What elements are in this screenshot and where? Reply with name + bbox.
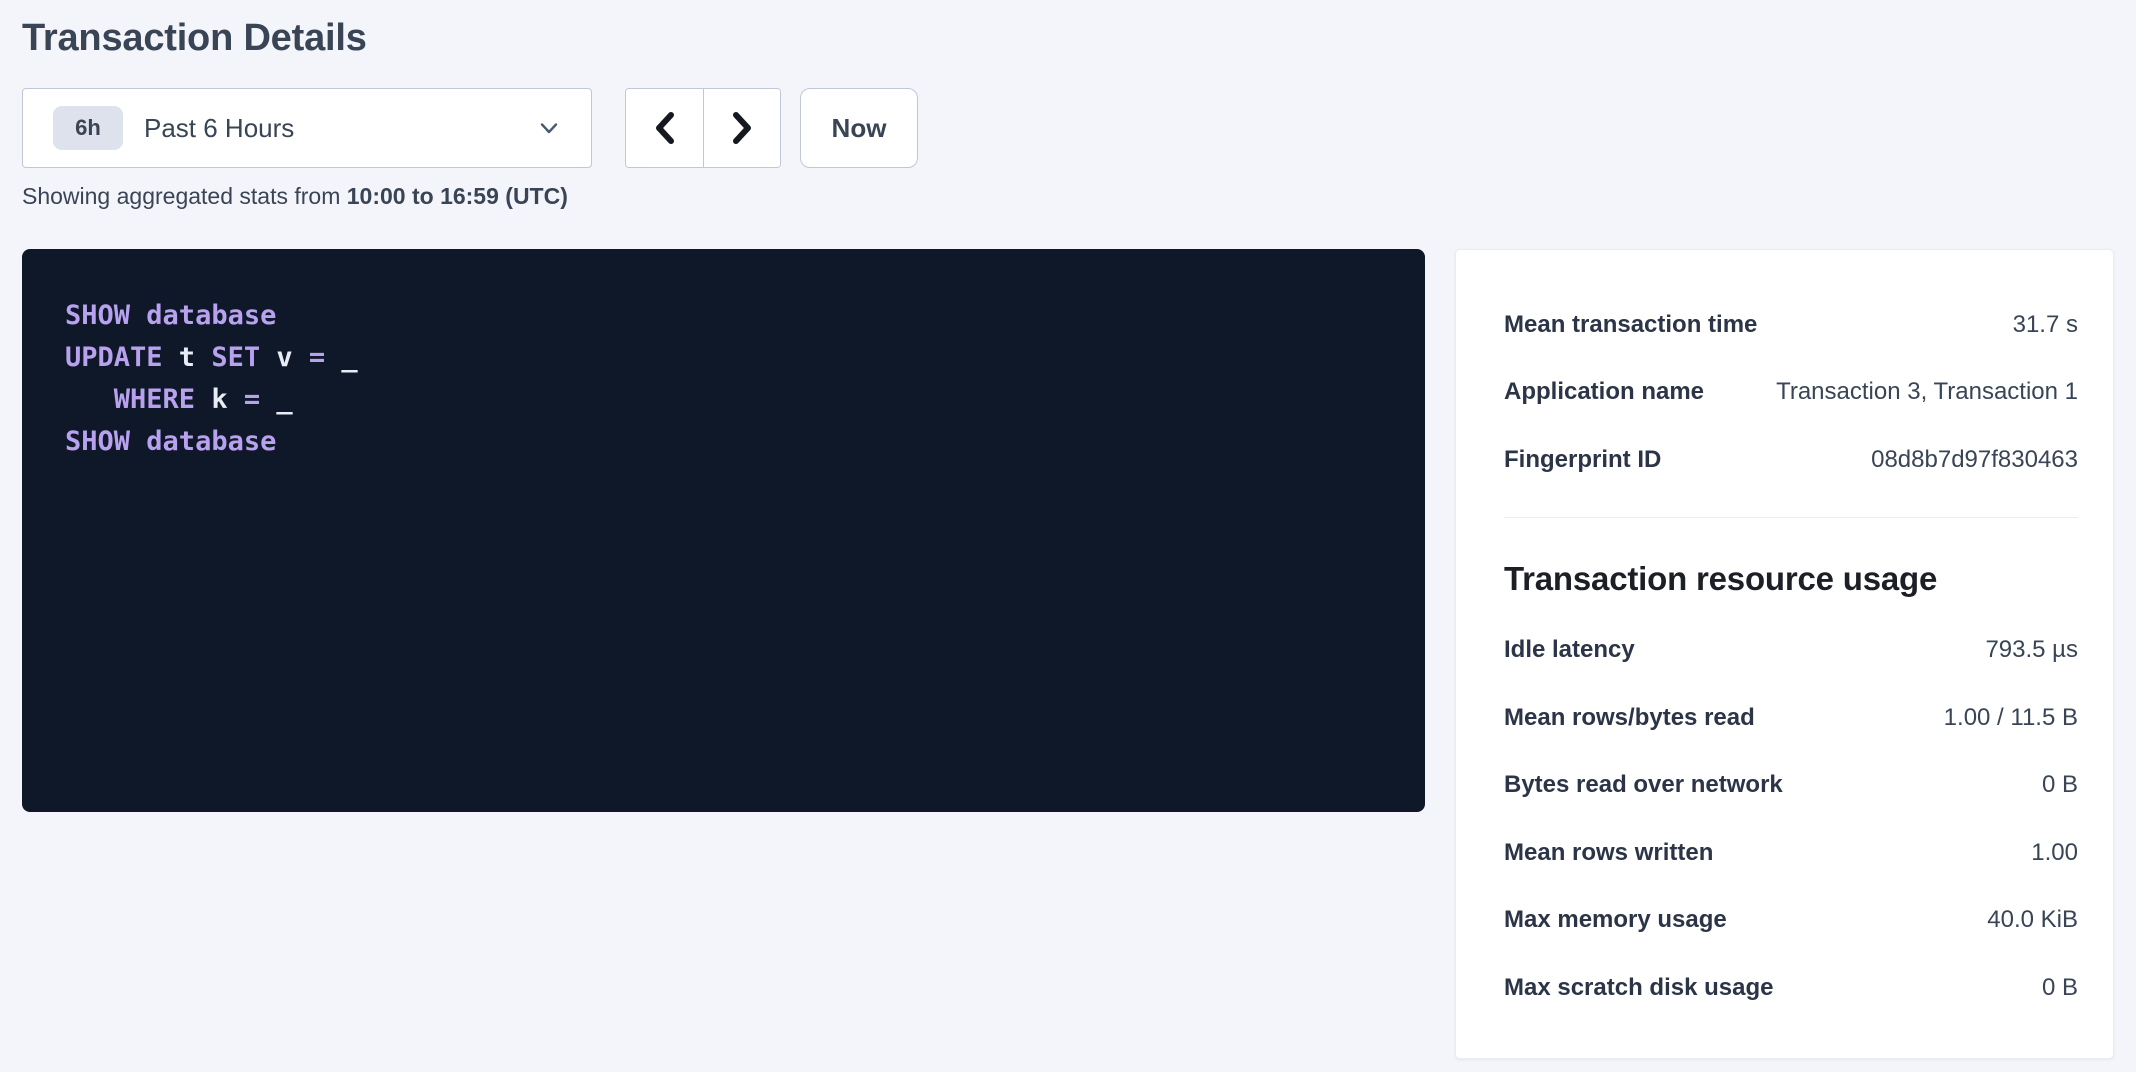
sql-line: SHOW database [65,295,1405,337]
stat-row: Max scratch disk usage 0 B [1504,954,2078,1022]
stat-row: Application name Transaction 3, Transacti… [1504,359,2078,427]
resource-usage-list: Idle latency 793.5 µs Mean rows/bytes read… [1504,617,2078,1022]
time-picker-toolbar: 6h Past 6 Hours Now [22,88,2114,168]
aggregation-summary-range: 10:00 to 16:59 (UTC) [347,183,568,209]
transaction-details-page: Transaction Details 6h Past 6 Hours Now … [0,0,2136,1059]
stat-value: 0 B [2042,974,2078,1002]
stat-label: Mean rows written [1504,839,1713,867]
stat-row: Mean rows/bytes read 1.00 / 11.5 B [1504,684,2078,752]
aggregation-summary-prefix: Showing aggregated stats from [22,183,347,209]
stat-value: 1.00 [2031,839,2078,867]
stat-value: 793.5 µs [1985,636,2078,664]
main-content-row: SHOW databaseUPDATE t SET v = _ WHERE k … [22,249,2114,1059]
transaction-stats-list: Mean transaction time 31.7 s Application n… [1504,291,2078,494]
sql-statement-box: SHOW databaseUPDATE t SET v = _ WHERE k … [22,249,1425,812]
stat-value: Transaction 3, Transaction 1 [1776,378,2078,406]
now-button[interactable]: Now [800,88,918,168]
sql-line: UPDATE t SET v = _ [65,337,1405,379]
stat-row: Max memory usage 40.0 KiB [1504,887,2078,955]
time-nav-group [625,88,781,168]
stat-value: 40.0 KiB [1987,906,2078,934]
chevron-right-icon [727,110,757,146]
stat-label: Bytes read over network [1504,771,1783,799]
next-time-button[interactable] [703,89,780,167]
stat-row: Mean transaction time 31.7 s [1504,291,2078,359]
page-title: Transaction Details [22,14,2114,62]
stat-row: Bytes read over network 0 B [1504,752,2078,820]
chevron-left-icon [650,110,680,146]
sql-line: SHOW database [65,421,1405,463]
stat-value: 0 B [2042,771,2078,799]
stat-label: Max scratch disk usage [1504,974,1773,1002]
stat-row: Fingerprint ID 08d8b7d97f830463 [1504,426,2078,494]
sql-statement-text: SHOW databaseUPDATE t SET v = _ WHERE k … [22,249,1425,463]
stat-label: Max memory usage [1504,906,1727,934]
chevron-down-icon [537,116,561,140]
transaction-summary-card: Mean transaction time 31.7 s Application n… [1455,249,2114,1059]
time-range-badge: 6h [53,106,123,150]
prev-time-button[interactable] [626,89,703,167]
stat-label: Fingerprint ID [1504,446,1661,474]
resource-usage-section-title: Transaction resource usage [1504,560,2078,598]
stat-label: Idle latency [1504,636,1635,664]
stat-label: Application name [1504,378,1704,406]
time-range-label: Past 6 Hours [144,113,294,144]
stat-value: 1.00 / 11.5 B [1944,704,2078,732]
stat-value: 31.7 s [2013,311,2078,339]
stat-value: 08d8b7d97f830463 [1871,446,2078,474]
stat-label: Mean transaction time [1504,311,1757,339]
aggregation-summary: Showing aggregated stats from 10:00 to 1… [22,183,2114,210]
stat-row: Mean rows written 1.00 [1504,819,2078,887]
stat-row: Idle latency 793.5 µs [1504,617,2078,685]
sql-line: WHERE k = _ [65,379,1405,421]
stat-label: Mean rows/bytes read [1504,704,1755,732]
card-divider [1504,517,2078,518]
time-range-dropdown[interactable]: 6h Past 6 Hours [22,88,592,168]
